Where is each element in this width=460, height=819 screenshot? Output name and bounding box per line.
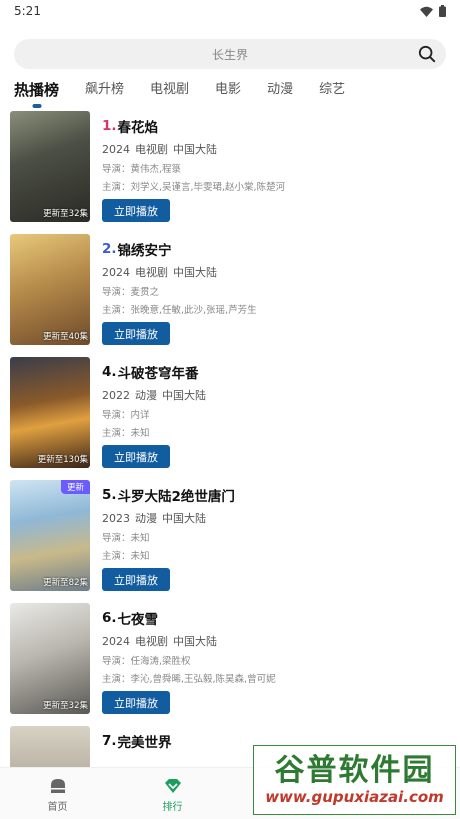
category-tabs: 热播榜 飙升榜 电视剧 电影 动漫 综艺 (0, 69, 460, 111)
episode-count: 更新至32集 (43, 701, 88, 711)
rank-number: 7. (102, 733, 117, 749)
item-title[interactable]: 5. 斗罗大陆2绝世唐门 (102, 484, 235, 506)
search-bar[interactable]: 长生界 (14, 39, 446, 69)
year: 2024 (102, 266, 130, 279)
item-meta: 2024 电视剧 中国大陆 (102, 141, 285, 157)
poster-image[interactable]: 更新至32集 (10, 603, 90, 714)
status-time: 5:21 (14, 4, 41, 18)
play-button[interactable]: 立即播放 (102, 568, 170, 591)
region: 中国大陆 (173, 143, 217, 156)
director-text: 导演：任海涛,梁胜权 (102, 656, 191, 667)
status-icons (420, 5, 446, 17)
genre: 动漫 (135, 389, 157, 402)
cast-text: 主演：李沁,曾舜晞,王弘毅,陈昊森,曾可妮 (102, 674, 276, 685)
home-icon (50, 779, 65, 793)
rank-number: 2. (102, 241, 117, 257)
item-title[interactable]: 1. 春花焰 (102, 115, 285, 137)
wifi-icon (420, 6, 433, 17)
poster-image[interactable]: 更新 更新至82集 (10, 480, 90, 591)
region: 中国大陆 (173, 635, 217, 648)
year: 2024 (102, 143, 130, 156)
tab-movie[interactable]: 电影 (215, 81, 241, 99)
play-button[interactable]: 立即播放 (102, 691, 170, 714)
list-item[interactable]: 更新至32集 1. 春花焰 2024 电视剧 中国大陆 导演：黄伟杰,程箓 主演：刘… (10, 111, 460, 234)
year: 2023 (102, 512, 130, 525)
item-title[interactable]: 6. 七夜雪 (102, 607, 276, 629)
episode-count: 更新至82集 (43, 578, 88, 588)
region: 中国大陆 (162, 512, 206, 525)
list-item[interactable]: 更新至130集 4. 斗破苍穹年番 2022 动漫 中国大陆 导演：内详 主演：未知… (10, 357, 460, 480)
ranking-list: 更新至32集 1. 春花焰 2024 电视剧 中国大陆 导演：黄伟杰,程箓 主演：刘… (0, 111, 460, 819)
year: 2024 (102, 635, 130, 648)
status-bar: 5:21 (0, 0, 460, 22)
director-text: 导演：黄伟杰,程箓 (102, 164, 182, 175)
tab-rising[interactable]: 飙升榜 (85, 81, 124, 99)
episode-count: 更新至130集 (37, 455, 88, 465)
poster-image[interactable]: 更新至40集 (10, 234, 90, 345)
cast-text: 主演：张晚意,任敏,此沙,张瑶,芦芳生 (102, 305, 257, 316)
rank-number: 5. (102, 487, 117, 503)
show-name: 完美世界 (117, 735, 172, 751)
play-button[interactable]: 立即播放 (102, 445, 170, 468)
show-name: 春花焰 (117, 120, 159, 136)
list-item[interactable]: 更新 更新至82集 5. 斗罗大陆2绝世唐门 2023 动漫 中国大陆 导演：未知 … (10, 480, 460, 603)
item-meta: 2023 动漫 中国大陆 (102, 510, 235, 526)
play-button[interactable]: 立即播放 (102, 322, 170, 345)
watermark-title: 谷普软件园 (274, 753, 435, 788)
nav-home-label: 首页 (47, 802, 68, 813)
region: 中国大陆 (173, 266, 217, 279)
genre: 电视剧 (135, 266, 168, 279)
rank-number: 6. (102, 610, 117, 626)
item-meta: 2024 电视剧 中国大陆 (102, 264, 257, 280)
region: 中国大陆 (162, 389, 206, 402)
battery-icon (439, 5, 446, 17)
rank-number: 4. (102, 364, 117, 380)
tab-variety[interactable]: 综艺 (319, 81, 345, 99)
list-item[interactable]: 更新至40集 2. 锦绣安宁 2024 电视剧 中国大陆 导演：麦贯之 主演：张晚意… (10, 234, 460, 357)
director-text: 导演：未知 (102, 533, 150, 544)
show-name: 斗破苍穹年番 (117, 366, 199, 382)
tab-hot[interactable]: 热播榜 (14, 81, 59, 99)
search-input[interactable]: 长生界 (212, 46, 248, 63)
rank-icon (164, 779, 181, 793)
item-meta: 2024 电视剧 中国大陆 (102, 633, 276, 649)
episode-count: 更新至32集 (43, 209, 88, 219)
nav-home[interactable]: 首页 (0, 768, 115, 819)
show-name: 锦绣安宁 (117, 243, 172, 259)
cast-text: 主演：未知 (102, 551, 150, 562)
genre: 动漫 (135, 512, 157, 525)
episode-count: 更新至40集 (43, 332, 88, 342)
item-title[interactable]: 7. 完美世界 (102, 730, 172, 752)
show-name: 斗罗大陆2绝世唐门 (117, 489, 235, 505)
nav-rank[interactable]: 排行 (115, 768, 230, 819)
play-button[interactable]: 立即播放 (102, 199, 170, 222)
watermark-url: www.gupuxiazai.com (265, 788, 444, 806)
genre: 电视剧 (135, 143, 168, 156)
poster-image[interactable]: 更新至32集 (10, 111, 90, 222)
year: 2022 (102, 389, 130, 402)
genre: 电视剧 (135, 635, 168, 648)
show-name: 七夜雪 (117, 612, 159, 628)
director-text: 导演：内详 (102, 410, 150, 421)
item-title[interactable]: 2. 锦绣安宁 (102, 238, 257, 260)
director-text: 导演：麦贯之 (102, 287, 160, 298)
nav-rank-label: 排行 (162, 802, 183, 813)
tab-anime[interactable]: 动漫 (267, 81, 293, 99)
tab-tv[interactable]: 电视剧 (150, 81, 189, 99)
item-title[interactable]: 4. 斗破苍穹年番 (102, 361, 211, 383)
cast-text: 主演：刘学义,吴谨言,毕雯珺,赵小棠,陈楚河 (102, 182, 286, 193)
item-meta: 2022 动漫 中国大陆 (102, 387, 211, 403)
update-badge: 更新 (60, 480, 90, 494)
poster-image[interactable]: 更新至130集 (10, 357, 90, 468)
search-icon[interactable] (418, 45, 436, 63)
watermark-logo: 谷普软件园 www.gupuxiazai.com (253, 745, 456, 815)
cast-text: 主演：未知 (102, 428, 150, 439)
rank-number: 1. (102, 118, 117, 134)
list-item[interactable]: 更新至32集 6. 七夜雪 2024 电视剧 中国大陆 导演：任海涛,梁胜权 主演：… (10, 603, 460, 726)
